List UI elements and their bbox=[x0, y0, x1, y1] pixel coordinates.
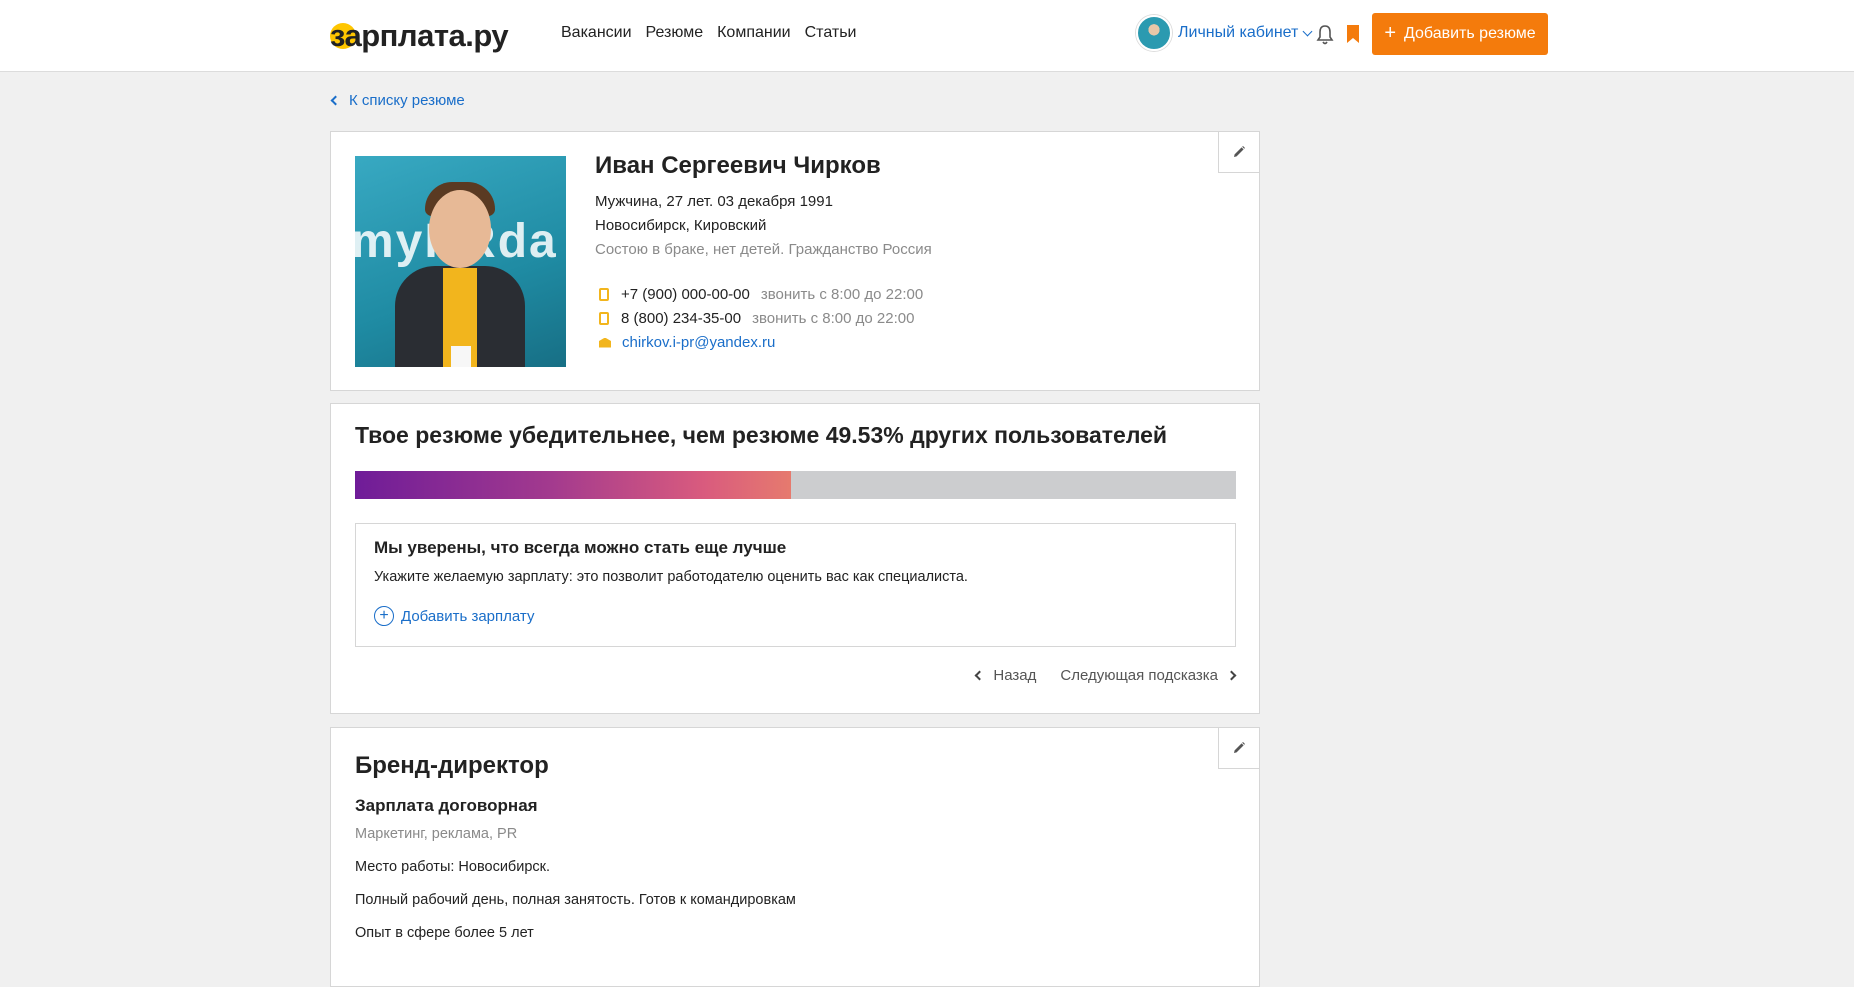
phone-icon bbox=[599, 312, 609, 325]
cabinet-link[interactable]: Личный кабинет bbox=[1178, 24, 1298, 42]
profile-location: Новосибирск, Кировский bbox=[595, 217, 767, 234]
score-progress-fill bbox=[355, 471, 792, 499]
position-experience: Опыт в сфере более 5 лет bbox=[355, 925, 534, 941]
tip-navigation: Назад Следующая подсказка bbox=[974, 667, 1237, 684]
prev-tip-button[interactable]: Назад bbox=[993, 667, 1036, 684]
add-resume-label: Добавить резюме bbox=[1404, 25, 1536, 42]
nav-companies[interactable]: Компании bbox=[717, 24, 791, 42]
plus-icon: + bbox=[1384, 21, 1397, 44]
contact-email: chirkov.i-pr@yandex.ru bbox=[599, 334, 775, 351]
position-place: Место работы: Новосибирск. bbox=[355, 859, 551, 875]
resume-score-card: Твое резюме убедительнее, чем резюме 49.… bbox=[330, 403, 1260, 714]
nav-articles[interactable]: Статьи bbox=[805, 24, 857, 42]
edit-profile-button[interactable] bbox=[1218, 131, 1260, 173]
pencil-icon bbox=[1234, 146, 1245, 157]
phone-icon bbox=[599, 288, 609, 301]
position-salary: Зарплата договорная bbox=[355, 796, 538, 815]
edit-position-button[interactable] bbox=[1218, 727, 1260, 769]
next-tip-button[interactable]: Следующая подсказка bbox=[1060, 667, 1218, 684]
chevron-right-icon bbox=[1226, 670, 1237, 681]
email-link[interactable]: chirkov.i-pr@yandex.ru bbox=[622, 334, 775, 351]
phone-hint: звонить с 8:00 до 22:00 bbox=[760, 286, 924, 303]
tip-box: Мы уверены, что всегда можно стать еще л… bbox=[355, 523, 1236, 647]
user-menu[interactable]: Личный кабинет bbox=[1136, 15, 1313, 51]
score-title: Твое резюме убедительнее, чем резюме 49.… bbox=[355, 422, 1168, 448]
profile-photo: myHRda bbox=[355, 156, 566, 367]
contact-phone-1: +7 (900) 000-00-00 звонить с 8:00 до 22:… bbox=[599, 286, 923, 303]
avatar[interactable] bbox=[1136, 15, 1172, 51]
score-progress-bar bbox=[355, 471, 1236, 499]
contact-phone-2: 8 (800) 234-35-00 звонить с 8:00 до 22:0… bbox=[599, 310, 914, 327]
logo-text: зарплата.ру bbox=[330, 18, 509, 53]
bell-icon[interactable] bbox=[1316, 24, 1334, 46]
phone-number[interactable]: 8 (800) 234-35-00 bbox=[621, 310, 741, 327]
phone-hint: звонить с 8:00 до 22:00 bbox=[752, 310, 915, 327]
tip-title: Мы уверены, что всегда можно стать еще л… bbox=[374, 538, 787, 557]
profile-info: Мужчина, 27 лет. 03 декабря 1991 bbox=[595, 193, 833, 210]
chevron-left-icon bbox=[330, 95, 341, 106]
add-salary-link[interactable]: + Добавить зарплату bbox=[374, 606, 534, 626]
bookmark-icon[interactable] bbox=[1346, 25, 1360, 43]
nav-vacancies[interactable]: Вакансии bbox=[561, 24, 632, 42]
tip-text: Укажите желаемую зарплату: это позволит … bbox=[374, 569, 968, 585]
pencil-icon bbox=[1234, 742, 1245, 753]
add-resume-button[interactable]: + Добавить резюме bbox=[1372, 13, 1548, 55]
phone-number[interactable]: +7 (900) 000-00-00 bbox=[621, 286, 750, 303]
site-logo[interactable]: зарплата.ру bbox=[330, 16, 509, 56]
add-salary-label: Добавить зарплату bbox=[401, 607, 535, 625]
plus-circle-icon: + bbox=[374, 606, 394, 626]
profile-card: myHRda Иван Сергеевич Чирков Мужчина, 27… bbox=[330, 131, 1260, 391]
back-to-list-link[interactable]: К списку резюме bbox=[330, 92, 465, 109]
chevron-down-icon bbox=[1302, 26, 1313, 36]
main-nav: Вакансии Резюме Компании Статьи bbox=[561, 24, 870, 42]
position-card: Бренд-директор Зарплата договорная Марке… bbox=[330, 727, 1260, 987]
profile-family: Состою в браке, нет детей. Гражданство Р… bbox=[595, 241, 932, 258]
top-header: зарплата.ру Вакансии Резюме Компании Ста… bbox=[0, 0, 1854, 72]
position-sphere: Маркетинг, реклама, PR bbox=[355, 826, 518, 842]
mail-icon bbox=[599, 337, 611, 348]
chevron-left-icon bbox=[974, 670, 985, 681]
profile-name: Иван Сергеевич Чирков bbox=[595, 152, 881, 179]
position-schedule: Полный рабочий день, полная занятость. Г… bbox=[355, 892, 796, 908]
back-link-label: К списку резюме bbox=[349, 92, 465, 109]
position-title: Бренд-директор bbox=[355, 752, 549, 779]
nav-resumes[interactable]: Резюме bbox=[646, 24, 704, 42]
